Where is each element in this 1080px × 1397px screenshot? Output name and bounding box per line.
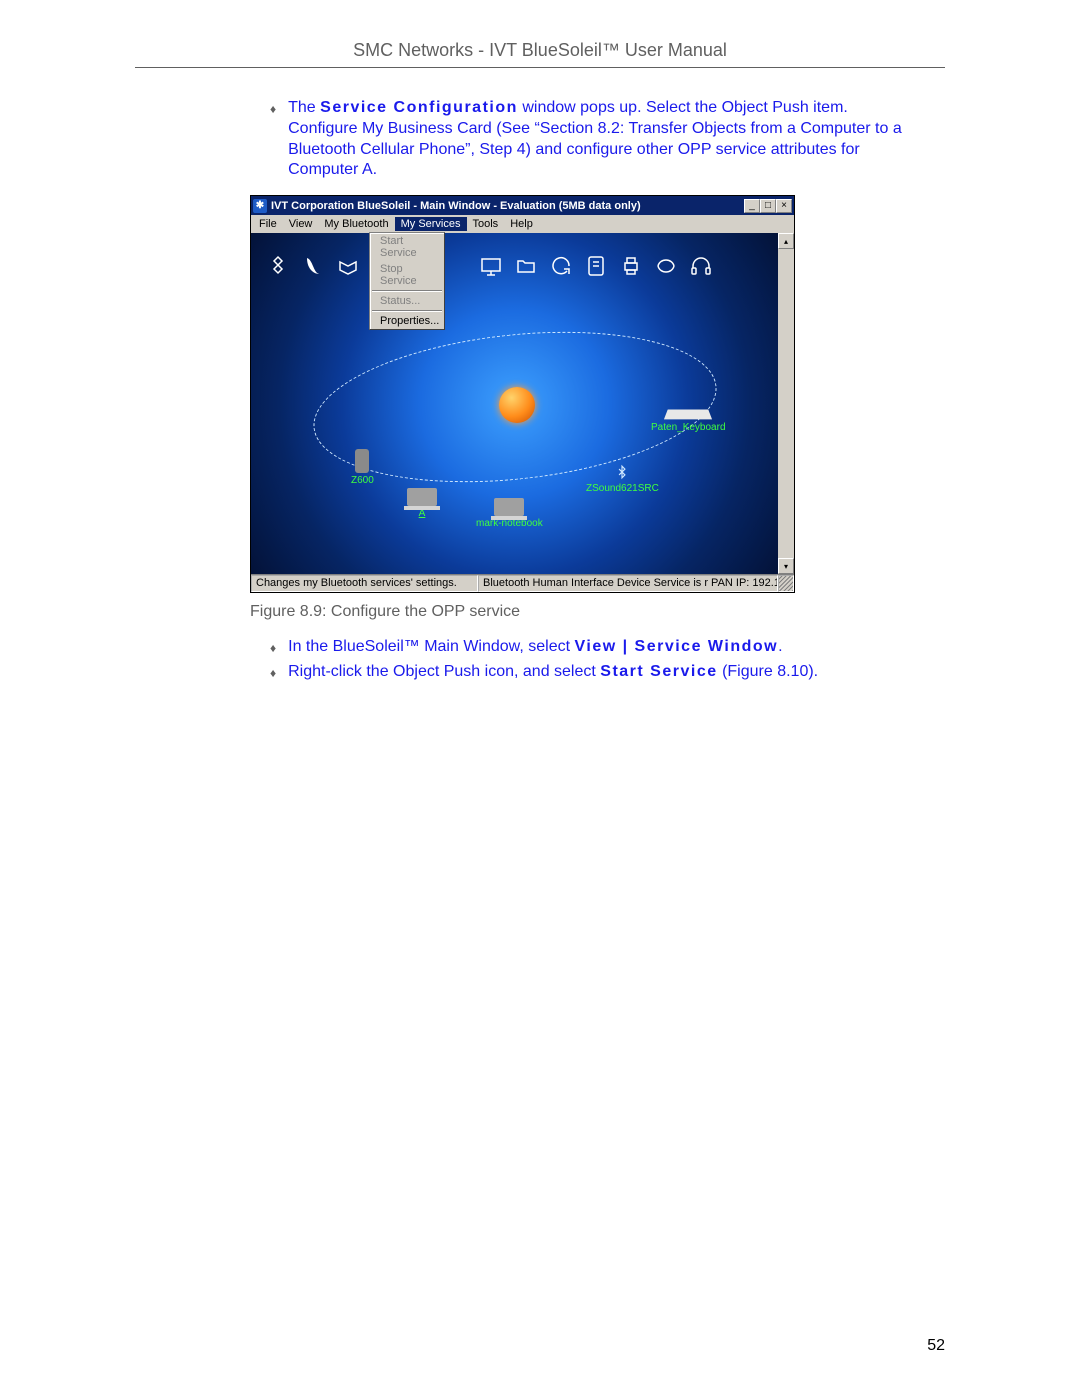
titlebar[interactable]: ✱ IVT Corporation BlueSoleil - Main Wind… bbox=[251, 196, 794, 215]
phone-icon bbox=[355, 449, 369, 473]
menu-tools[interactable]: Tools bbox=[467, 217, 505, 231]
page-number: 52 bbox=[927, 1337, 945, 1355]
headset-service-icon[interactable] bbox=[688, 253, 714, 279]
dun-service-icon[interactable] bbox=[300, 253, 326, 279]
bullet-text: In the BlueSoleil™ Main Window, select V… bbox=[288, 637, 782, 658]
menu-file[interactable]: File bbox=[253, 217, 283, 231]
ftp-service-icon[interactable] bbox=[513, 253, 539, 279]
service-toolbar bbox=[265, 253, 714, 279]
dropdown-properties[interactable]: Properties... bbox=[370, 313, 444, 329]
window-title: IVT Corporation BlueSoleil - Main Window… bbox=[271, 200, 744, 212]
sync-service-icon[interactable] bbox=[548, 253, 574, 279]
pan-service-icon[interactable] bbox=[265, 253, 291, 279]
status-right: Bluetooth Human Interface Device Service… bbox=[478, 575, 778, 592]
scroll-track[interactable] bbox=[778, 249, 794, 558]
vertical-scrollbar[interactable]: ▴ ▾ bbox=[778, 233, 794, 574]
maximize-button[interactable]: □ bbox=[760, 199, 776, 213]
statusbar: Changes my Bluetooth services' settings.… bbox=[251, 574, 794, 592]
computer-icon bbox=[407, 488, 437, 506]
title-divider bbox=[135, 67, 945, 68]
lan-service-icon[interactable] bbox=[478, 253, 504, 279]
scroll-up-button[interactable]: ▴ bbox=[778, 233, 794, 249]
scroll-down-button[interactable]: ▾ bbox=[778, 558, 794, 574]
bluetooth-icon bbox=[615, 463, 629, 481]
menu-my-services[interactable]: My Services bbox=[395, 217, 467, 231]
menu-help[interactable]: Help bbox=[504, 217, 539, 231]
document-title: SMC Networks - IVT BlueSoleil™ User Manu… bbox=[135, 40, 945, 61]
app-window: ✱ IVT Corporation BlueSoleil - Main Wind… bbox=[250, 195, 795, 593]
bluetooth-canvas[interactable]: Z600 A mark-notebook ZSound621SRC bbox=[251, 233, 778, 574]
figure-screenshot: ✱ IVT Corporation BlueSoleil - Main Wind… bbox=[250, 195, 945, 593]
spp-service-icon[interactable] bbox=[335, 253, 361, 279]
my-services-dropdown: Start Service Stop Service Status... Pro… bbox=[369, 232, 445, 330]
menubar: File View My Bluetooth My Services Tools… bbox=[251, 215, 794, 233]
resize-grip-icon[interactable] bbox=[778, 575, 794, 592]
bullet-list-bottom: ♦ In the BlueSoleil™ Main Window, select… bbox=[270, 637, 915, 683]
dropdown-status[interactable]: Status... bbox=[370, 293, 444, 309]
opp-service-icon[interactable] bbox=[583, 253, 609, 279]
bullet-text: The Service Configuration window pops up… bbox=[288, 98, 915, 181]
laptop-icon bbox=[494, 498, 524, 516]
device-mark-notebook[interactable]: mark-notebook bbox=[476, 498, 543, 529]
status-left: Changes my Bluetooth services' settings. bbox=[251, 575, 478, 592]
local-device-sun-icon[interactable] bbox=[499, 387, 535, 423]
keyboard-icon bbox=[664, 410, 712, 420]
device-z600[interactable]: Z600 bbox=[351, 449, 374, 486]
figure-caption: Figure 8.9: Configure the OPP service bbox=[250, 603, 945, 621]
minimize-button[interactable]: _ bbox=[744, 199, 760, 213]
dropdown-separator bbox=[372, 290, 442, 292]
bullet-diamond-icon: ♦ bbox=[270, 666, 276, 680]
device-zsound[interactable]: ZSound621SRC bbox=[586, 463, 659, 494]
dropdown-separator bbox=[372, 310, 442, 312]
bullet-diamond-icon: ♦ bbox=[270, 102, 276, 116]
bullet-list-top: ♦ The Service Configuration window pops … bbox=[270, 98, 915, 181]
device-a[interactable]: A bbox=[407, 488, 437, 519]
hid-service-icon[interactable] bbox=[653, 253, 679, 279]
bluetooth-app-icon: ✱ bbox=[253, 199, 267, 213]
bullet-text: Right-click the Object Push icon, and se… bbox=[288, 662, 818, 683]
menu-view[interactable]: View bbox=[283, 217, 319, 231]
menu-my-bluetooth[interactable]: My Bluetooth bbox=[318, 217, 394, 231]
bullet-diamond-icon: ♦ bbox=[270, 641, 276, 655]
dropdown-stop-service[interactable]: Stop Service bbox=[370, 261, 444, 289]
device-keyboard[interactable]: Paten_Keyboard bbox=[651, 408, 726, 433]
dropdown-start-service[interactable]: Start Service bbox=[370, 233, 444, 261]
close-button[interactable]: × bbox=[776, 199, 792, 213]
printer-service-icon[interactable] bbox=[618, 253, 644, 279]
